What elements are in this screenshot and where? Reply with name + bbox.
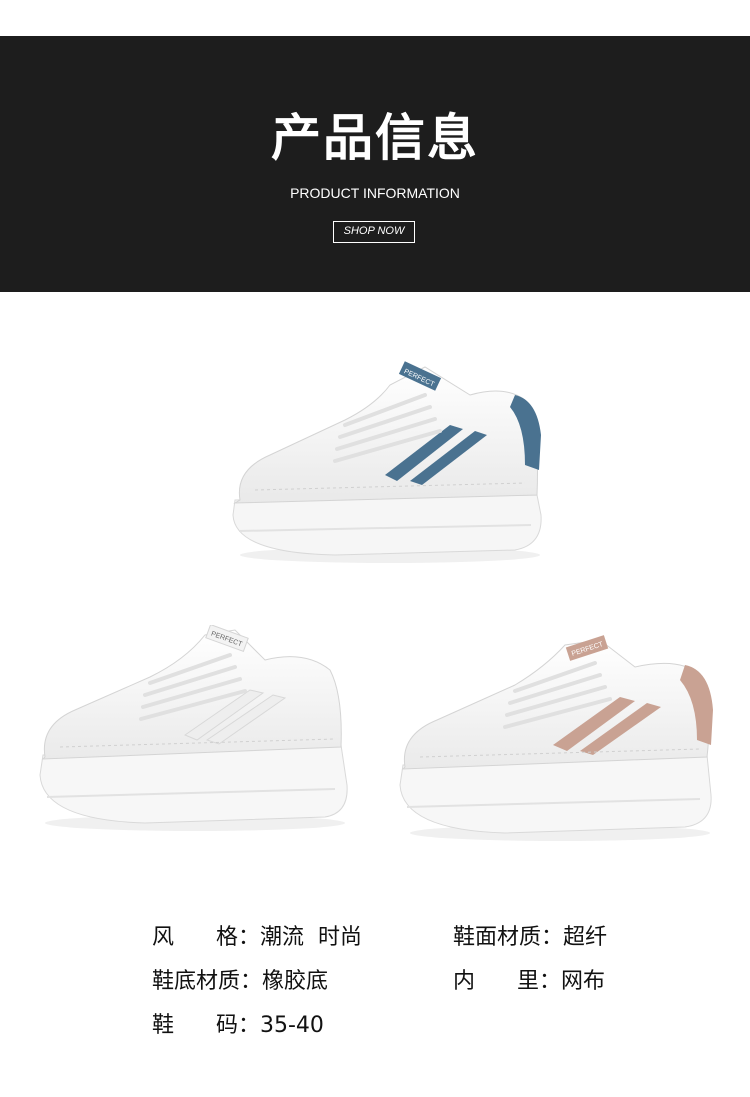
shoe-image-pink: PERFECT bbox=[395, 635, 720, 845]
shoe-image-white: PERFECT bbox=[35, 623, 355, 835]
banner-title: 产品信息 bbox=[271, 109, 479, 167]
shop-now-button[interactable]: SHOP NOW bbox=[333, 221, 415, 243]
shoe-image-blue: PERFECT bbox=[225, 355, 550, 570]
spec-size: 鞋 码：35-40 bbox=[152, 1013, 324, 1038]
spec-lining: 内 里：网布 bbox=[453, 969, 605, 994]
product-specs: 风 格：潮流 时尚 鞋面材质：超纤 鞋底材质：橡胶底 内 里：网布 鞋 码：35… bbox=[0, 915, 750, 1055]
banner-subtitle: PRODUCT INFORMATION bbox=[290, 185, 460, 201]
spec-upper-material: 鞋面材质：超纤 bbox=[453, 925, 608, 950]
product-info-banner: 产品信息 PRODUCT INFORMATION SHOP NOW bbox=[0, 36, 750, 292]
spec-style: 风 格：潮流 时尚 bbox=[152, 925, 362, 950]
sneaker-pink-icon: PERFECT bbox=[399, 635, 713, 841]
sneaker-white-icon: PERFECT bbox=[39, 623, 348, 831]
sneaker-blue-icon: PERFECT bbox=[232, 361, 542, 563]
spec-sole-material: 鞋底材质：橡胶底 bbox=[152, 969, 329, 994]
